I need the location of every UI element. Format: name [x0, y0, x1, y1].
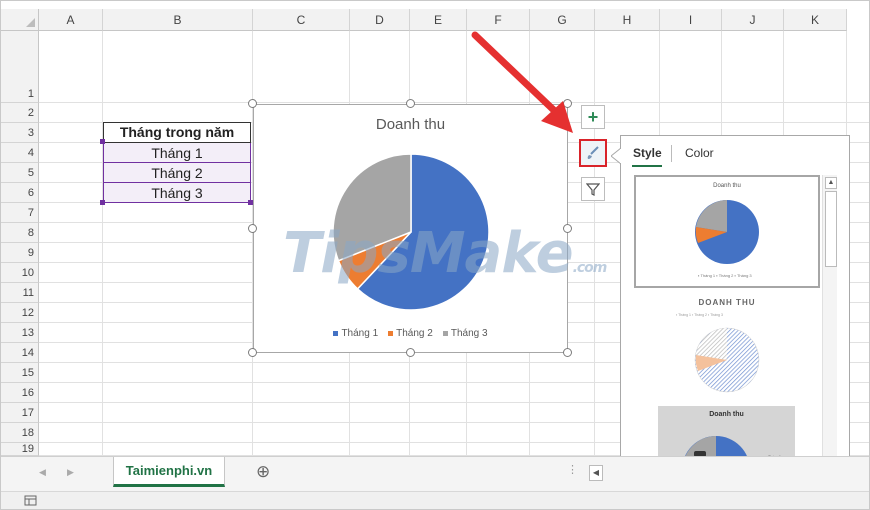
resize-handle[interactable] — [563, 224, 572, 233]
legend-label: Tháng 3 — [450, 328, 488, 339]
row-header[interactable]: 8 — [1, 223, 39, 243]
style-thumbnail[interactable]: Doanh thu ▪ Tháng 1 ▪ Tháng 2 ▪ Tháng 3 — [634, 175, 820, 288]
panel-pointer — [611, 148, 621, 164]
row-header[interactable]: 16 — [1, 383, 39, 403]
column-header[interactable]: J — [722, 9, 784, 31]
column-header[interactable]: F — [467, 9, 530, 31]
row-header[interactable]: 5 — [1, 163, 39, 183]
style-thumbnail[interactable]: DOANH THU ▪ Tháng 1 ▪ Tháng 2 ▪ Tháng 3 — [634, 294, 820, 404]
column-header[interactable]: I — [660, 9, 722, 31]
chart-style-panel: Style Color Doanh thu ▪ Tháng 1 ▪ Tháng … — [611, 135, 850, 509]
annotation-arrow — [471, 31, 573, 133]
legend-item[interactable]: Tháng 1 — [333, 328, 378, 339]
chart-filters-button[interactable] — [581, 177, 605, 201]
row-header[interactable]: 13 — [1, 323, 39, 343]
column-header[interactable]: B — [103, 9, 253, 31]
resize-handle[interactable] — [406, 348, 415, 357]
column-header[interactable]: K — [784, 9, 847, 31]
thumbnail-pie: ▪ Tháng 1 ▪ Tháng 2 ▪ Tháng 3 — [695, 200, 759, 278]
range-handle[interactable] — [100, 139, 105, 144]
column-header[interactable]: H — [595, 9, 660, 31]
macro-record-icon[interactable] — [24, 495, 38, 507]
grid-vline — [594, 31, 595, 456]
row-header[interactable]: 19 — [1, 443, 39, 456]
sheet-tab[interactable]: Taimienphi.vn — [113, 457, 225, 487]
legend-swatch — [333, 330, 339, 336]
column-header[interactable]: D — [350, 9, 410, 31]
tab-style[interactable]: Style — [633, 146, 662, 160]
row-header[interactable]: 9 — [1, 243, 39, 263]
chart-legend[interactable]: Tháng 1 Tháng 2 Tháng 3 — [254, 328, 567, 339]
tab-underline — [632, 165, 662, 167]
resize-handle[interactable] — [563, 348, 572, 357]
row-header[interactable]: 1 — [1, 31, 39, 103]
resize-handle[interactable] — [248, 224, 257, 233]
resize-handle[interactable] — [248, 99, 257, 108]
legend-label: Tháng 1 — [341, 328, 379, 339]
column-header[interactable]: E — [410, 9, 467, 31]
table-cell[interactable]: Tháng 2 — [103, 163, 251, 183]
thumbnail-pie: ▪ Tháng 1 ▪ Tháng 2 ▪ Tháng 3 — [676, 313, 760, 393]
scroll-thumb[interactable] — [825, 191, 837, 267]
row-header[interactable]: 12 — [1, 303, 39, 323]
legend-label: Tháng 2 — [396, 328, 433, 339]
row-header[interactable]: 10 — [1, 263, 39, 283]
tab-divider — [671, 145, 672, 162]
filter-icon — [586, 183, 600, 196]
add-sheet-button[interactable]: ⊕ — [256, 462, 270, 482]
scroll-right-icon[interactable]: ▶ — [67, 467, 74, 478]
resize-handle[interactable] — [406, 99, 415, 108]
table-header-cell[interactable]: Tháng trong năm — [103, 122, 251, 143]
horizontal-scroll-left[interactable]: ◀ — [589, 465, 603, 481]
svg-text:▪ Tháng 1 ▪ Tháng 2 ▪ Thán: ▪ Tháng 1 ▪ Tháng 2 ▪ Tháng 3 — [676, 313, 723, 317]
row-header[interactable]: 11 — [1, 283, 39, 303]
table-cell[interactable]: Tháng 3 — [103, 183, 251, 203]
row-header[interactable]: 2 — [1, 103, 39, 123]
grid-hline — [39, 102, 869, 103]
grid-vline — [102, 31, 103, 456]
tab-color[interactable]: Color — [685, 146, 714, 160]
range-handle[interactable] — [100, 200, 105, 205]
scroll-left-icon[interactable]: ◀ — [39, 467, 46, 478]
resize-handle[interactable] — [248, 348, 257, 357]
legend-item[interactable]: Tháng 3 — [442, 328, 488, 339]
column-header[interactable]: C — [253, 9, 350, 31]
row-header[interactable]: 7 — [1, 203, 39, 223]
select-all-corner[interactable] — [1, 9, 39, 31]
legend-swatch — [442, 330, 448, 336]
tab-split-icon[interactable]: ⋮ — [567, 463, 578, 476]
pie-plot[interactable] — [254, 145, 567, 345]
svg-text:▪ Tháng 1 ▪ Tháng 2 ▪ Thán: ▪ Tháng 1 ▪ Tháng 2 ▪ Tháng 3 — [698, 273, 752, 278]
legend-item[interactable]: Tháng 2 — [388, 328, 433, 339]
legend-swatch — [388, 330, 394, 336]
table-cell[interactable]: Tháng 1 — [103, 143, 251, 163]
plus-icon: + — [587, 107, 599, 127]
row-header[interactable]: 3 — [1, 123, 39, 143]
column-header[interactable]: A — [39, 9, 103, 31]
row-header[interactable]: 15 — [1, 363, 39, 383]
row-header[interactable]: 4 — [1, 143, 39, 163]
row-header[interactable]: 14 — [1, 343, 39, 363]
row-header[interactable]: 6 — [1, 183, 39, 203]
status-bar — [1, 491, 869, 509]
excel-window: ABCDEFGHIJK 1 2 3 4 5 6 7 8 9 10 11 12 13 14 15 16 17 18 1… — [0, 0, 870, 510]
scroll-up-icon[interactable]: ▲ — [825, 177, 837, 189]
column-header[interactable]: G — [530, 9, 595, 31]
brush-icon — [587, 146, 599, 159]
sheet-tab-bar: ◀ ▶ Taimienphi.vn ⊕ ⋮ ◀ — [1, 456, 869, 491]
row-header[interactable]: 18 — [1, 423, 39, 443]
row-header[interactable]: 17 — [1, 403, 39, 423]
